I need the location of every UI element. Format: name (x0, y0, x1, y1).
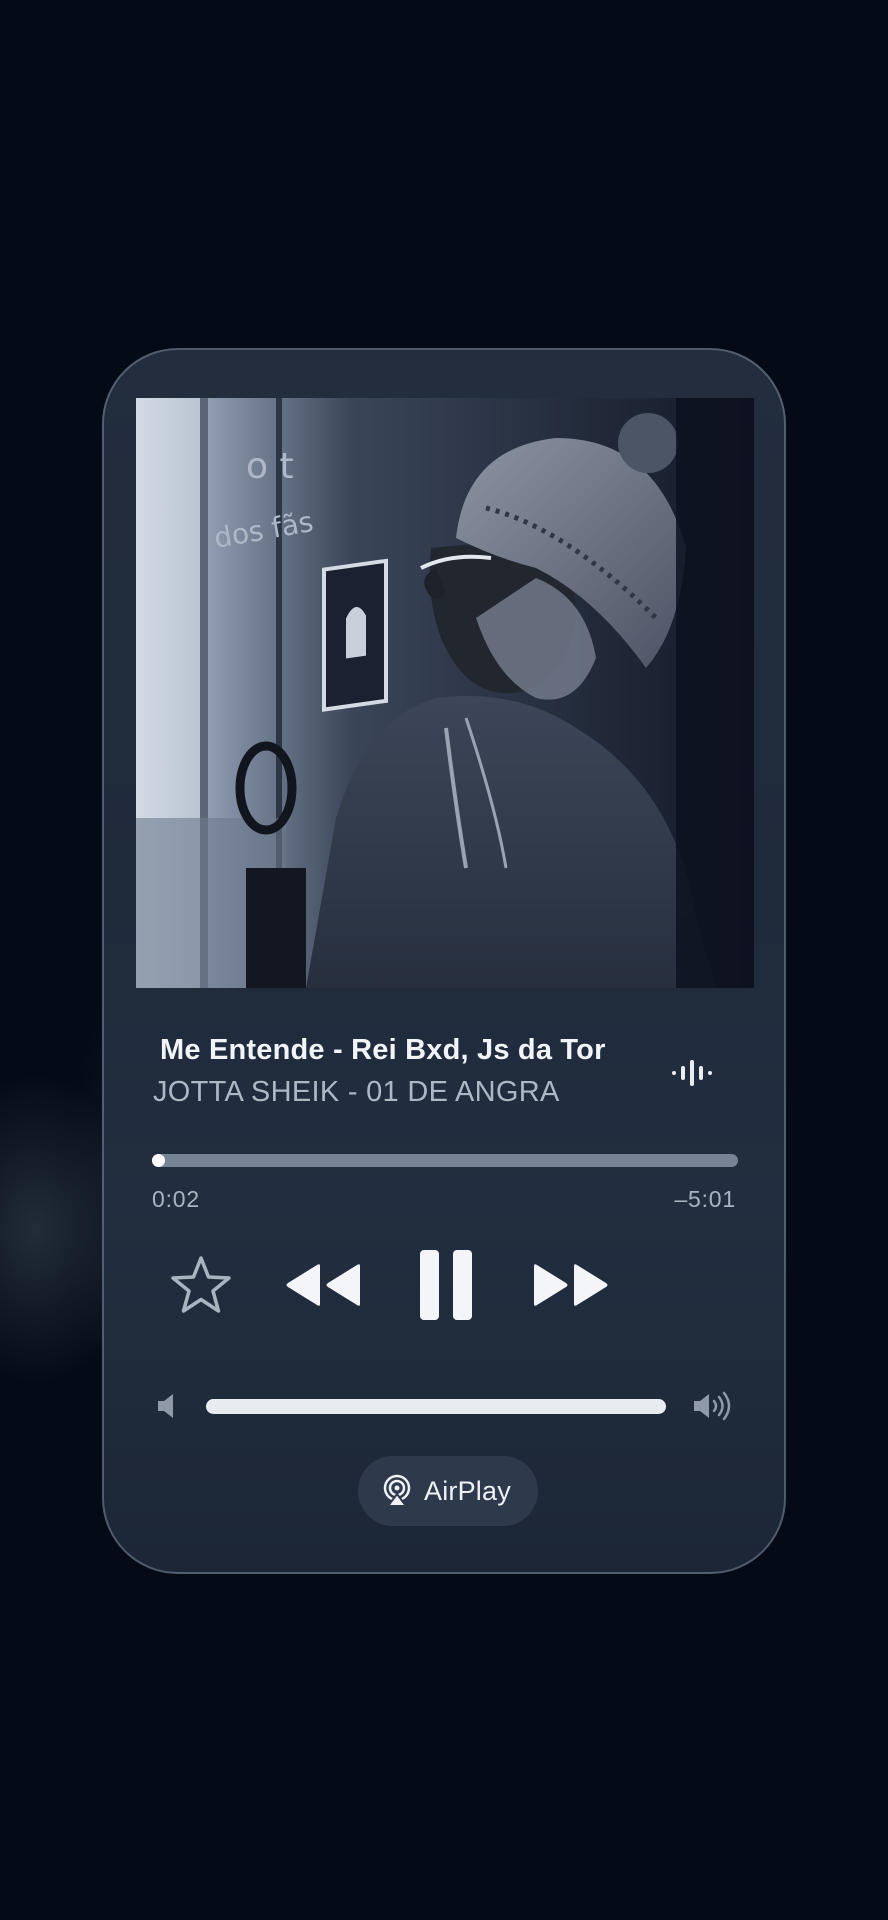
waveform-icon[interactable] (670, 1056, 718, 1090)
speaker-low-icon (158, 1394, 173, 1418)
volume-slider[interactable] (206, 1399, 666, 1414)
song-title: Me Entende - Rei Bxd, Js da Tor (160, 1034, 606, 1066)
progress-fill (152, 1154, 165, 1167)
time-remaining: –5:01 (674, 1186, 736, 1212)
album-artwork: o t dos fãs (136, 398, 754, 988)
speaker-high-icon (694, 1391, 731, 1421)
airplay-label: AirPlay (424, 1475, 511, 1506)
progress-slider[interactable] (152, 1154, 738, 1167)
star-outline-icon (171, 1256, 231, 1313)
song-title-row[interactable]: Me Entende - Rei Bxd, Js da Tor (152, 1034, 647, 1076)
favorite-button[interactable] (170, 1254, 232, 1316)
rewind-icon (286, 1264, 360, 1306)
rewind-button[interactable] (280, 1260, 364, 1310)
time-elapsed: 0:02 (152, 1186, 200, 1212)
pause-icon (420, 1250, 472, 1320)
title-fade (617, 1034, 647, 1076)
airplay-button[interactable]: AirPlay (358, 1456, 538, 1526)
pause-button[interactable] (416, 1248, 476, 1322)
sign-text-1: o t (246, 446, 294, 487)
forward-button[interactable] (530, 1260, 614, 1310)
volume-fill (206, 1399, 666, 1414)
now-playing-card: o t dos fãs Me Entende - Rei Bxd, Js da … (102, 348, 786, 1574)
fast-forward-icon (534, 1264, 608, 1306)
artist-album[interactable]: JOTTA SHEIK - 01 DE ANGRA (153, 1076, 560, 1109)
airplay-icon (383, 1474, 411, 1507)
